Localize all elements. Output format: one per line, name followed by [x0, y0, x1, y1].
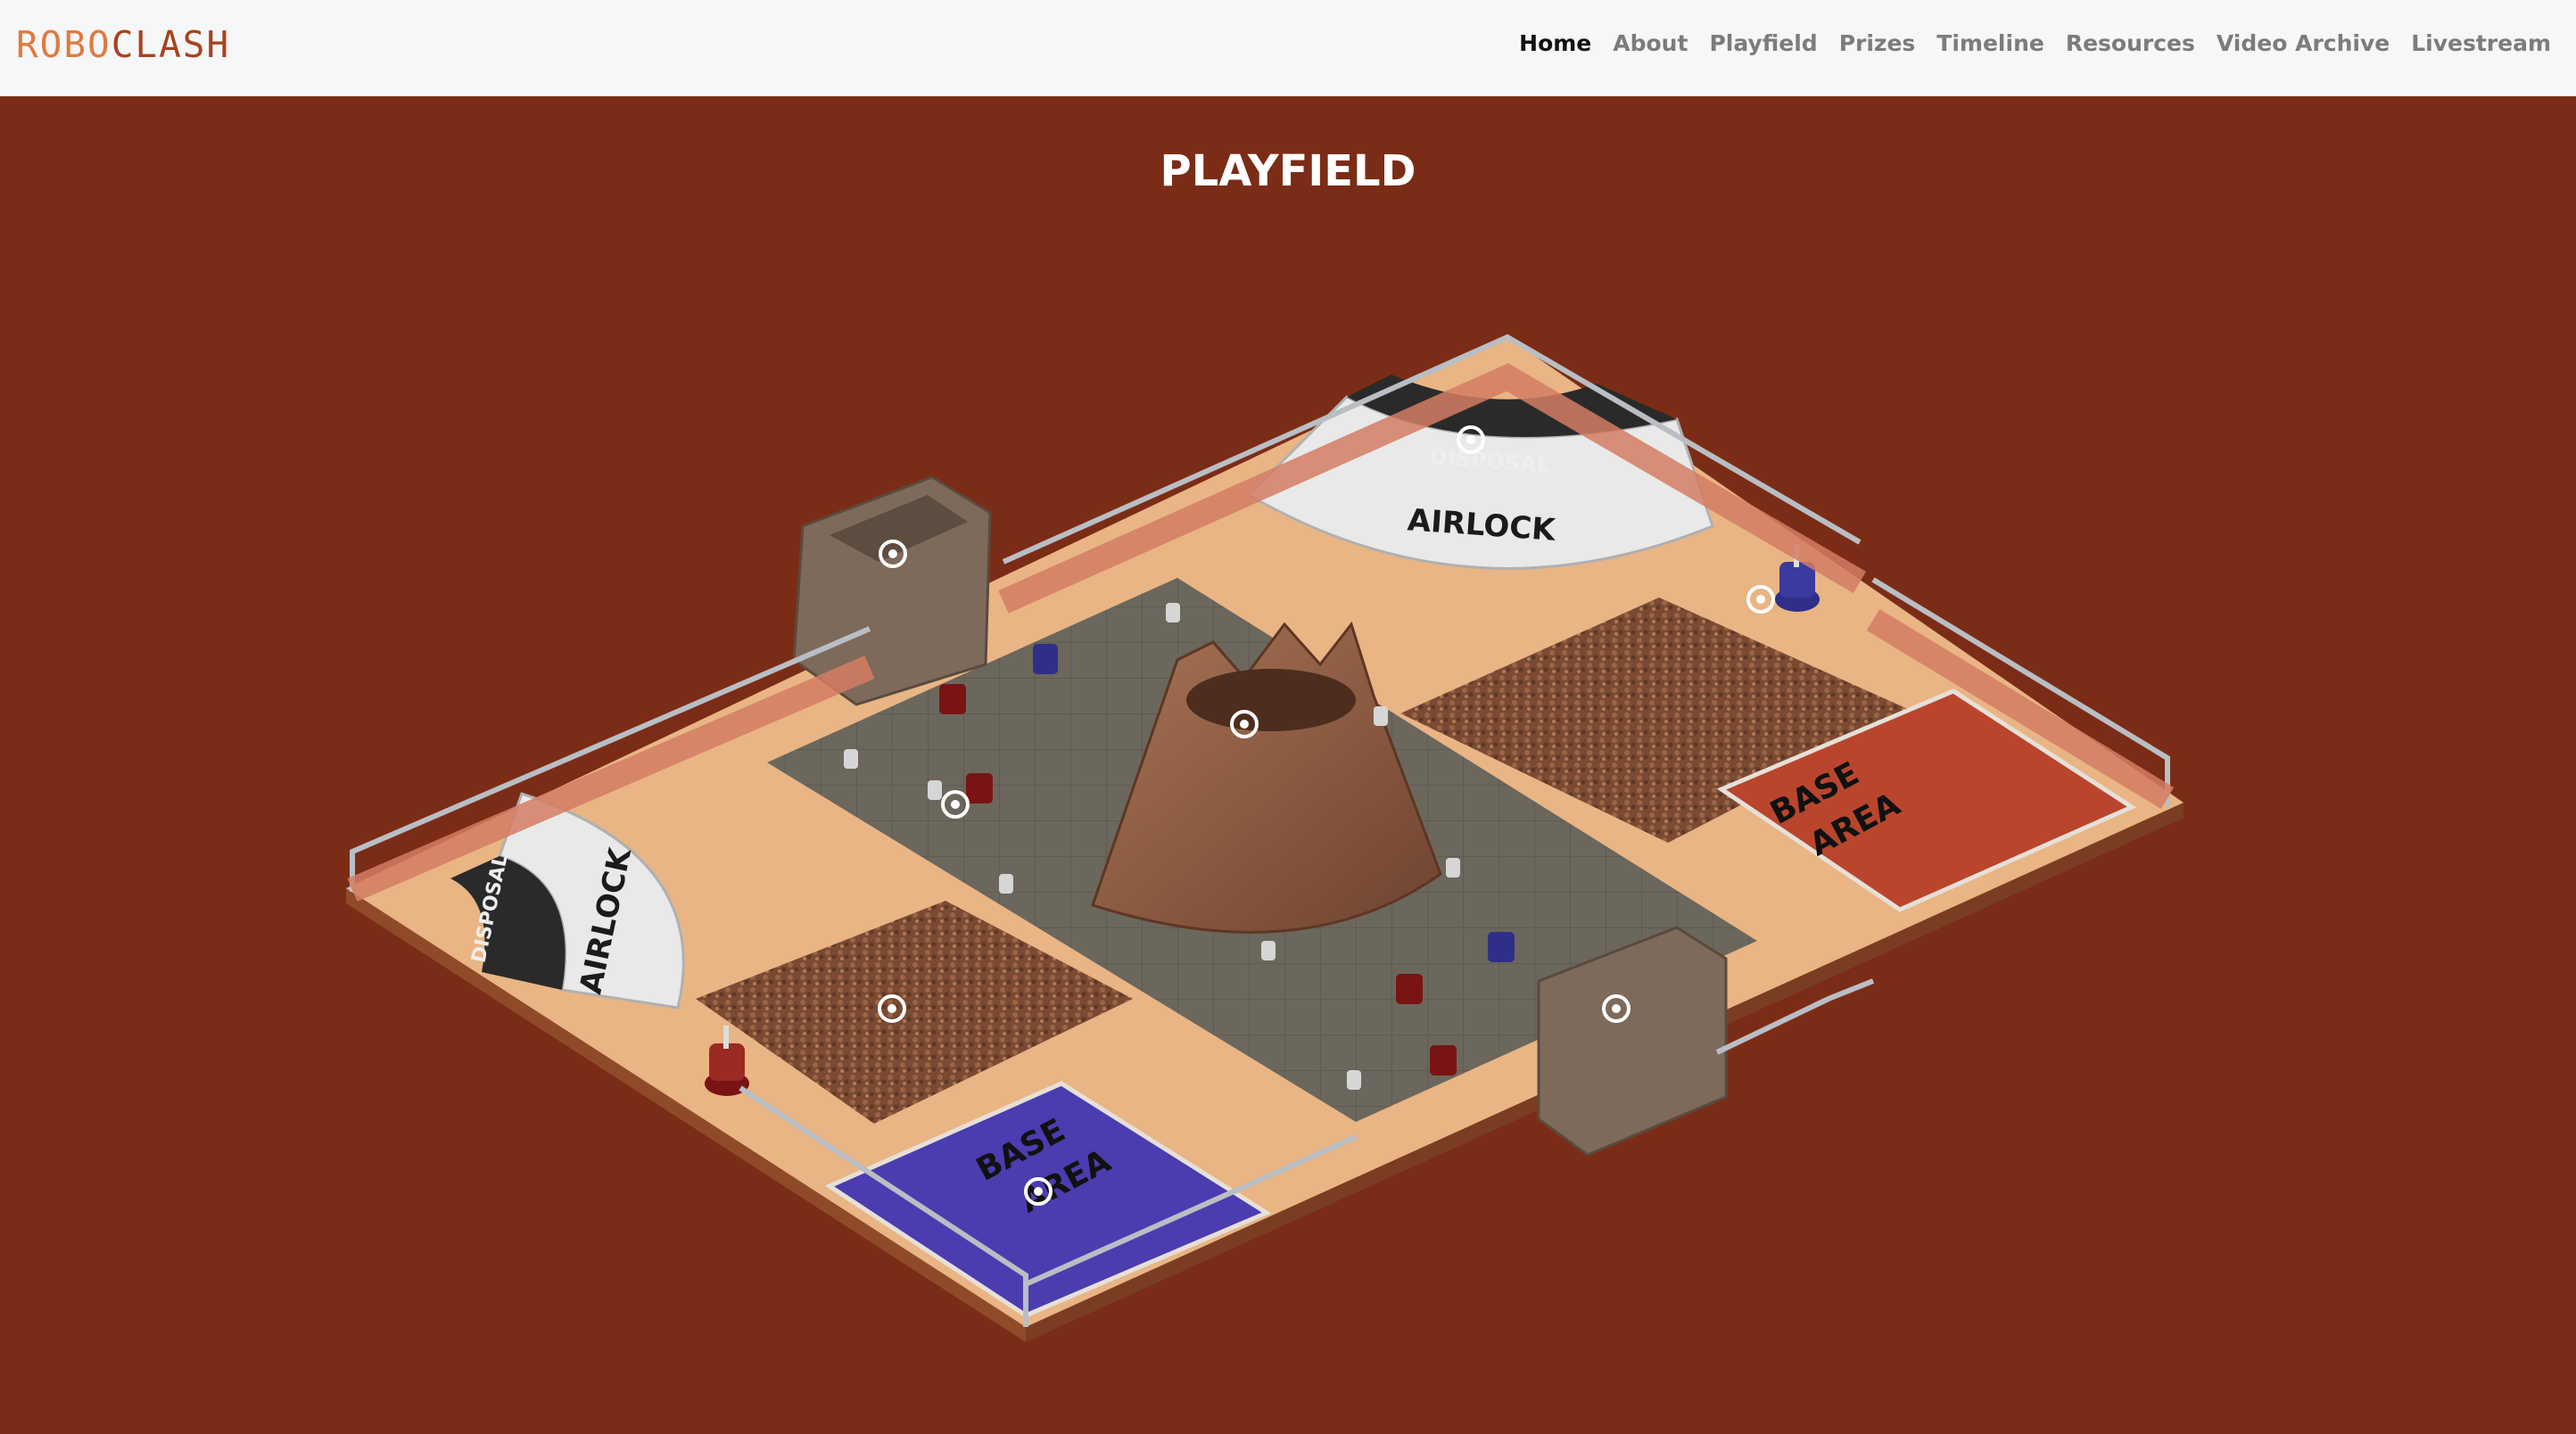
rock-tower-left — [792, 475, 992, 706]
playfield-illustration: AIRLOCK DISPOSAL AIRLOCK DISPOSAL BASE A… — [346, 334, 2184, 1342]
